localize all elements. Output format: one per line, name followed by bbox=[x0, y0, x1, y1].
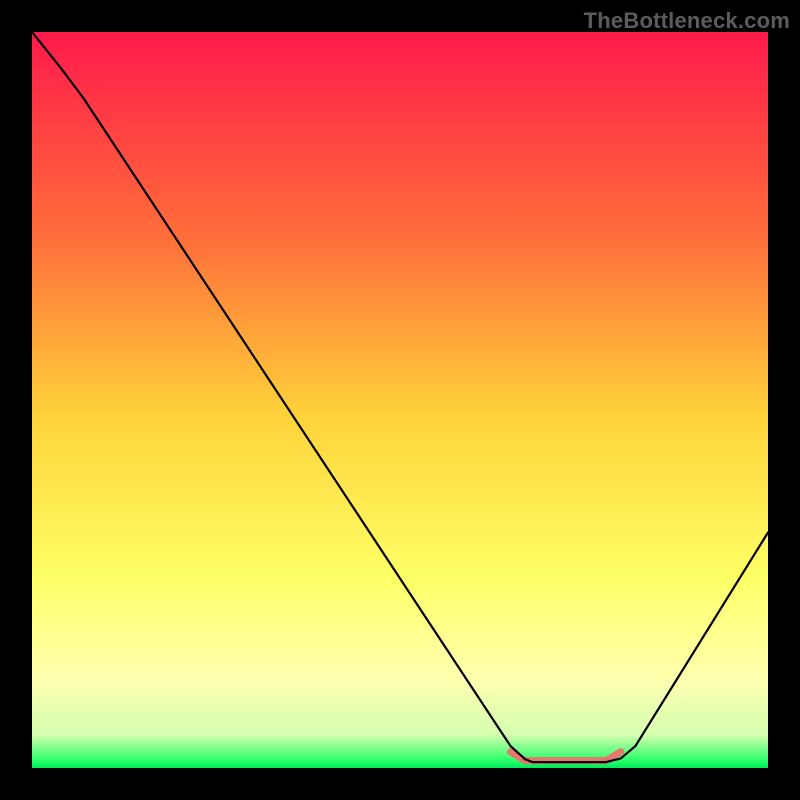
watermark-text: TheBottleneck.com bbox=[584, 8, 790, 34]
gradient-background bbox=[32, 32, 768, 768]
bottleneck-chart bbox=[32, 32, 768, 768]
chart-frame bbox=[32, 32, 768, 768]
